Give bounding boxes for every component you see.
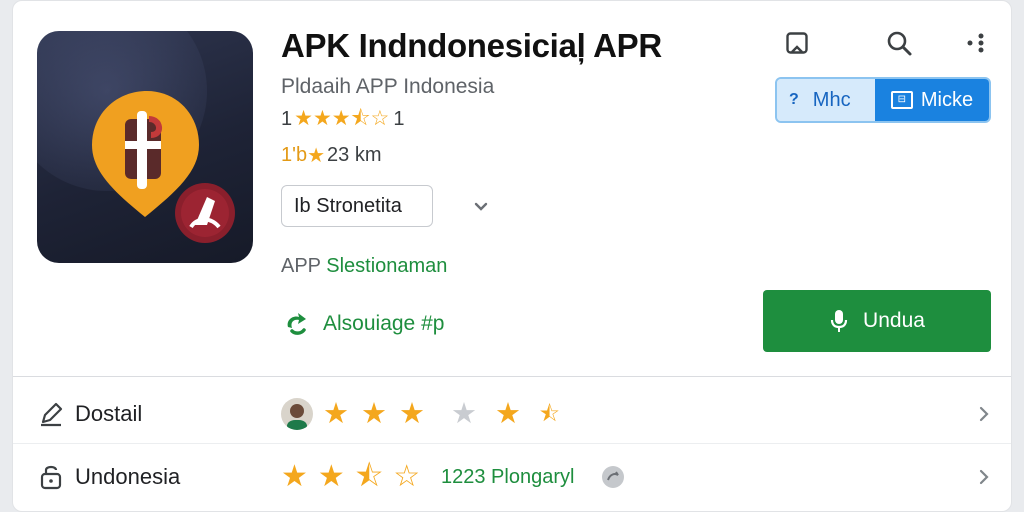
rating-stars: ★ ★ ★ ★ ★ ⯪	[323, 399, 560, 429]
star-icon: ★	[317, 460, 345, 493]
list-item-label: Dostail	[75, 401, 143, 426]
search-icon[interactable]	[881, 25, 917, 61]
section-link[interactable]: Slestionaman	[326, 255, 447, 277]
bookmark-icon[interactable]	[779, 25, 815, 61]
divider	[13, 376, 1011, 377]
star-icon: ★	[307, 145, 326, 167]
star-icon: ★	[495, 398, 521, 430]
segmented-control: ? Mhc ⊟ Micke	[775, 77, 991, 123]
review-count[interactable]: 1223 Plongaryl	[441, 466, 574, 489]
section-prefix: APP	[281, 255, 321, 277]
window-icon: ⊟	[890, 91, 913, 109]
language-link[interactable]: Alsouiage #p	[281, 309, 444, 339]
rating-suffix: 1	[393, 107, 405, 130]
segment-right[interactable]: ⊟ Micke	[875, 79, 989, 121]
list-item-label: Undonesia	[75, 464, 181, 489]
star-icon: ★	[281, 460, 308, 493]
lock-icon	[40, 465, 62, 490]
list-item-region[interactable]: Undonesia ★ ★ ⯪ ☆ 1223 Plongaryl	[13, 447, 1011, 507]
more-icon[interactable]	[959, 25, 995, 61]
rating-summary: 1 ★ ★ ★ ⯪ ☆ 1	[281, 107, 404, 131]
meta-info: 1'b ★ 23 km	[281, 143, 381, 168]
share-icon[interactable]	[599, 463, 627, 491]
star-icon: ★	[361, 398, 387, 430]
section-label: APP Slestionaman	[281, 255, 447, 278]
segment-left-label: Mhc	[812, 88, 851, 111]
refresh-icon	[287, 313, 306, 335]
star-icon: ★	[323, 398, 349, 430]
help-icon: ?	[789, 91, 799, 108]
meta-prefix: 1'b	[281, 144, 308, 166]
install-label: Undua	[863, 309, 925, 332]
edit-icon	[41, 402, 63, 427]
star-half-icon: ⯪	[539, 401, 560, 426]
avatar	[281, 398, 313, 430]
segment-right-label: Micke	[920, 88, 974, 111]
chevron-right-icon	[979, 406, 989, 422]
list-item-detail[interactable]: Dostail ★ ★ ★ ★ ★ ⯪	[13, 384, 1011, 444]
meta-text: 23 km	[327, 144, 382, 166]
segment-left[interactable]: ? Mhc	[777, 79, 875, 121]
chevron-down-icon[interactable]	[471, 197, 491, 217]
rating-stars: ★ ★ ⯪ ☆	[281, 462, 420, 492]
app-developer: Pldaaih APP Indonesia	[281, 75, 495, 98]
app-title: APK Indndonesiciaļ APR	[281, 27, 662, 64]
star-icon: ★	[312, 107, 332, 130]
star-icon: ★	[294, 107, 313, 130]
star-icon: ★	[399, 398, 425, 430]
language-label: Alsouiage #p	[323, 312, 445, 335]
star-outline-icon: ☆	[370, 107, 390, 130]
mic-icon	[830, 310, 848, 332]
star-icon: ★	[451, 398, 477, 430]
star-icon: ★	[331, 107, 351, 130]
star-half-icon: ⯪	[354, 460, 384, 493]
chevron-right-icon	[979, 469, 989, 485]
star-outline-icon: ☆	[393, 460, 421, 493]
star-half-icon: ⯪	[350, 107, 371, 130]
install-button[interactable]: Undua	[763, 290, 991, 352]
rating-prefix: 1	[281, 107, 293, 130]
app-card: APK Indndonesiciaļ APR Pldaaih APP Indo…	[12, 0, 1012, 512]
rating-stars: ★ ★ ★ ⯪ ☆	[294, 107, 389, 131]
category-chip[interactable]: Ib Stronetita	[281, 185, 433, 227]
app-icon[interactable]	[37, 31, 253, 263]
